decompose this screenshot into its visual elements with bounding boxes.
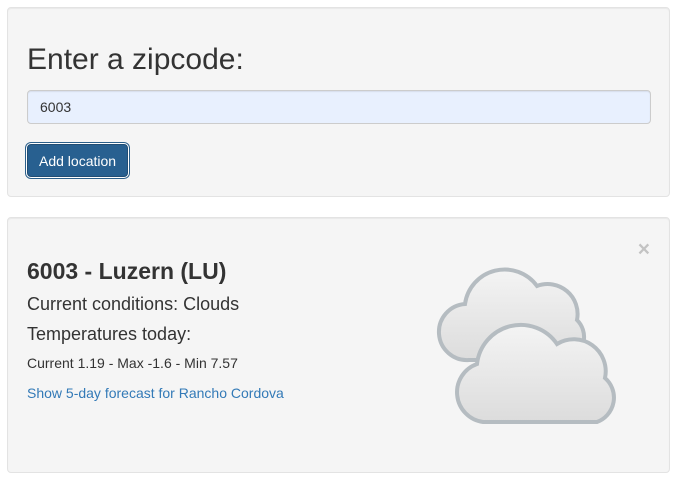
temperatures-values: Current 1.19 - Max -1.6 - Min 7.57 (27, 355, 238, 371)
clouds-icon (437, 267, 616, 424)
location-title: 6003 - Luzern (LU) (27, 258, 227, 284)
current-conditions: Current conditions: Clouds (27, 294, 240, 314)
zipcode-entry-panel: Enter a zipcode: Add location (7, 7, 670, 197)
forecast-link[interactable]: Show 5-day forecast for Rancho Cordova (27, 386, 284, 400)
zipcode-input[interactable] (27, 90, 651, 124)
close-icon[interactable]: × (638, 239, 650, 260)
location-card: × 6003 - Luzern (LU) Current conditions:… (7, 217, 670, 473)
add-location-button[interactable]: Add location (27, 144, 129, 177)
temperatures-heading: Temperatures today: (27, 324, 192, 344)
zipcode-heading: Enter a zipcode: (27, 43, 244, 76)
